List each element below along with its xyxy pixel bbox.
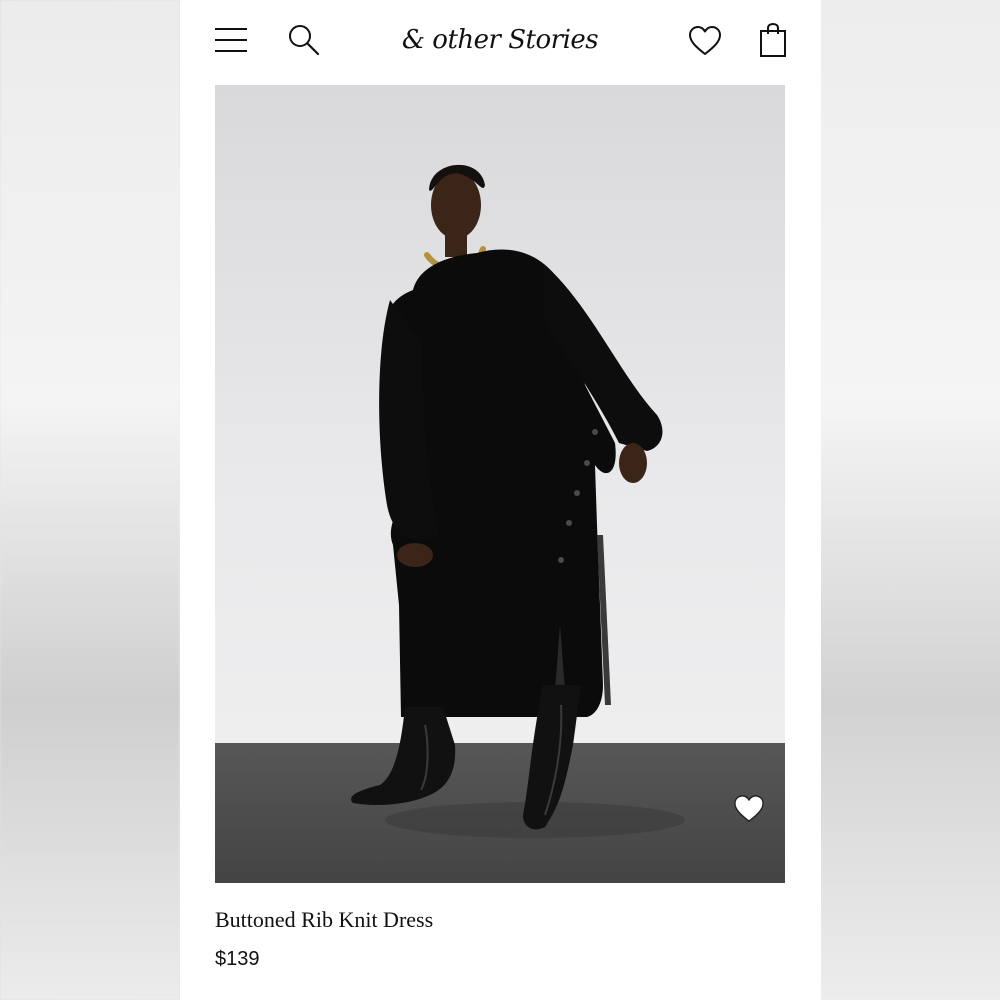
site-header: & other Stories	[180, 0, 821, 84]
blurred-backdrop-right	[820, 0, 1000, 1000]
heart-outline-icon	[689, 26, 721, 55]
search-icon	[289, 25, 320, 56]
product-image[interactable]	[215, 85, 785, 883]
product-price: $139	[215, 948, 260, 970]
product-title[interactable]: Buttoned Rib Knit Dress	[215, 907, 433, 933]
product-photo-illustration	[215, 85, 785, 883]
add-to-favorites-button[interactable]	[732, 792, 766, 826]
mobile-page: & other Stories Buttoned Rib Knit Dress …	[180, 0, 821, 1000]
shopping-bag-icon	[760, 22, 786, 57]
hamburger-menu-icon	[215, 28, 247, 52]
search-button[interactable]	[284, 20, 324, 60]
shopping-bag-button[interactable]	[754, 18, 792, 62]
heart-filled-icon	[734, 795, 764, 822]
blurred-backdrop-left	[0, 0, 180, 1000]
wishlist-button[interactable]	[684, 20, 726, 62]
menu-button[interactable]	[210, 20, 252, 60]
brand-logo[interactable]: & other Stories	[402, 20, 599, 60]
